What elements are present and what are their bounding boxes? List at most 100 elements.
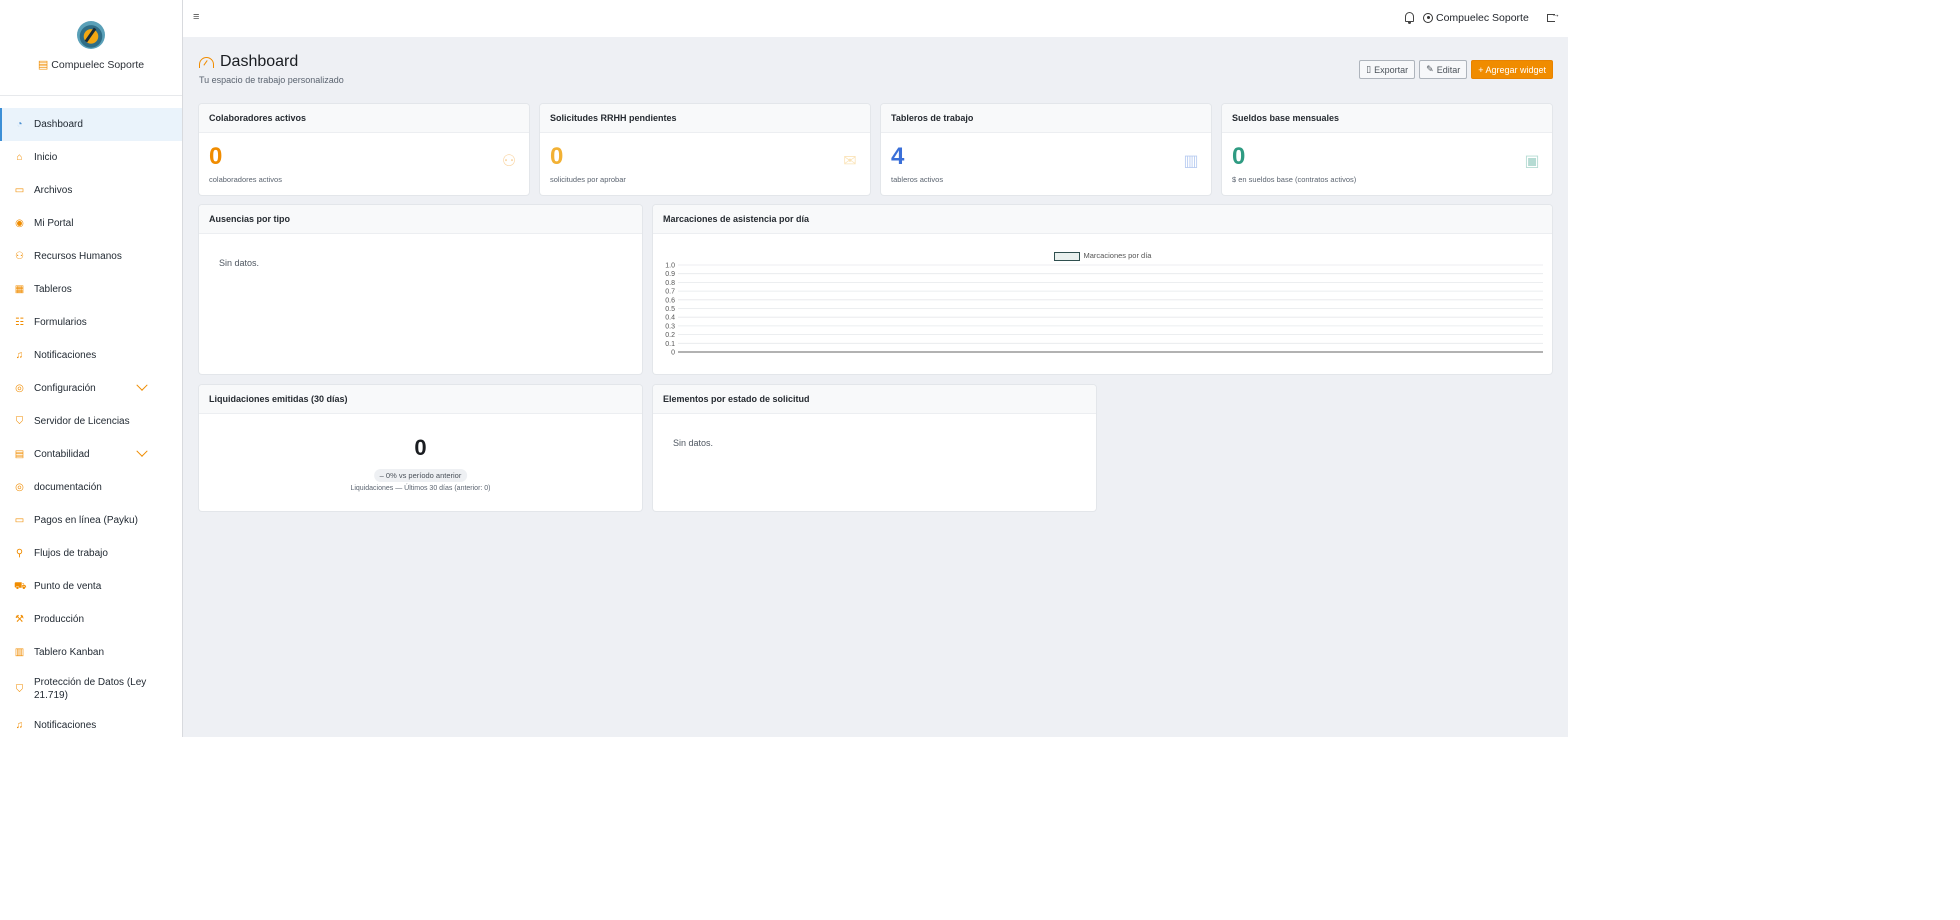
gauge-icon: ◔ — [16, 119, 23, 130]
empty-state: Sin datos. — [673, 438, 714, 448]
form-icon: ☷ — [15, 317, 24, 328]
sidebar-item-label: Punto de venta — [34, 581, 102, 592]
sidebar-item-label: Formularios — [34, 317, 87, 328]
chevron-down-icon[interactable] — [136, 445, 148, 457]
card-title: Elementos por estado de solicitud — [653, 385, 1096, 414]
y-tick-label: 0.9 — [665, 271, 675, 278]
sidebar-item-label: Archivos — [34, 185, 73, 196]
brand-name[interactable]: ▤ Compuelec Soporte — [0, 58, 182, 71]
sidebar-item-label: Configuración — [34, 383, 96, 394]
sidebar-item-label: Notificaciones — [34, 350, 97, 361]
flow-icon: ⚲ — [15, 548, 24, 559]
legend-swatch — [1053, 251, 1080, 261]
kpi-value: 0 — [414, 435, 427, 460]
stat-card-sueldos: Sueldos base mensuales 0 $ en sueldos ba… — [1222, 104, 1552, 195]
add-widget-button[interactable]: + Agregar widget — [1471, 60, 1553, 79]
gauge-icon — [199, 56, 214, 68]
home-icon: ⌂ — [16, 152, 23, 163]
cash-icon: ▣ — [1524, 153, 1540, 170]
user-name: Compuelec Soporte — [1436, 12, 1529, 24]
sidebar-item-configuracion[interactable]: ◎ Configuración — [0, 372, 182, 405]
shield-icon: ⛉ — [15, 683, 24, 695]
card-title: Colaboradores activos — [199, 104, 529, 133]
sidebar-item-label: Tableros — [34, 284, 72, 295]
sidebar-item-label: Contabilidad — [34, 449, 90, 460]
legend-label: Marcaciones por día — [1083, 251, 1152, 260]
kanban-icon: ▥ — [1183, 153, 1199, 170]
sidebar-item-inicio[interactable]: ⌂ Inicio — [0, 141, 182, 174]
sidebar-item-pagos-payku[interactable]: ▭ Pagos en línea (Payku) — [0, 504, 182, 537]
page-header: Dashboard Tu espacio de trabajo personal… — [199, 53, 344, 85]
bell-icon[interactable] — [1405, 12, 1414, 24]
card-title: Solicitudes RRHH pendientes — [540, 104, 870, 133]
stat-value: 0 — [1232, 143, 1246, 170]
gear-icon: ◎ — [15, 383, 24, 394]
sidebar-item-punto-venta[interactable]: ⛟ Punto de venta — [0, 570, 182, 603]
app-frame: ▤ Compuelec Soporte ◔ Dashboard ⌂ Inicio … — [0, 0, 1568, 737]
document-icon: ▤ — [37, 59, 49, 71]
stat-label: $ en sueldos base (contratos activos) — [1232, 175, 1357, 184]
card-title: Liquidaciones emitidas (30 días) — [199, 385, 642, 414]
sidebar-item-notificaciones[interactable]: ♫ Notificaciones — [0, 339, 182, 372]
bell-icon: ♫ — [15, 350, 24, 361]
people-icon: ⚇ — [501, 153, 517, 170]
pencil-icon: ✎ — [1426, 64, 1434, 74]
gear-icon: ◎ — [15, 482, 24, 493]
sidebar-item-mi-portal[interactable]: ◉ Mi Portal — [0, 207, 182, 240]
export-button[interactable]: ▯ Exportar — [1359, 60, 1416, 79]
sidebar-item-archivos[interactable]: ▭ Archivos — [0, 174, 182, 207]
chart-legend[interactable]: Marcaciones por día — [653, 251, 1552, 261]
y-tick-label: 0.2 — [665, 332, 675, 339]
y-tick-label: 1.0 — [665, 263, 675, 270]
card-title: Sueldos base mensuales — [1222, 104, 1552, 133]
sidebar-item-recursos-humanos[interactable]: ⚇ Recursos Humanos — [0, 240, 182, 273]
widget-marcaciones: Marcaciones de asistencia por día Marcac… — [653, 205, 1552, 374]
sidebar-item-tablero-kanban[interactable]: ▥ Tablero Kanban — [0, 636, 182, 669]
cart-icon: ⛟ — [14, 581, 27, 592]
hammer-icon: ⚒ — [15, 614, 24, 625]
sidebar-item-flujos-trabajo[interactable]: ⚲ Flujos de trabajo — [0, 537, 182, 570]
y-tick-label: 0.6 — [665, 297, 675, 304]
topbar: ≡ Compuelec Soporte — [183, 0, 1568, 37]
stat-label: solicitudes por aprobar — [550, 175, 626, 184]
user-menu[interactable]: Compuelec Soporte — [1423, 12, 1529, 24]
sidebar-item-label: Notificaciones — [34, 720, 97, 731]
stat-card-tableros: Tableros de trabajo 4 tableros activos ▥ — [881, 104, 1211, 195]
sidebar-item-label: Mi Portal — [34, 218, 74, 229]
sidebar-item-label: Recursos Humanos — [34, 251, 122, 262]
empty-state: Sin datos. — [219, 258, 260, 268]
sidebar-item-documentacion[interactable]: ◎ documentación — [0, 471, 182, 504]
card-icon: ▭ — [14, 515, 25, 526]
widget-ausencias: Ausencias por tipo Sin datos. — [199, 205, 642, 374]
stat-label: colaboradores activos — [209, 175, 282, 184]
menu-toggle-icon[interactable]: ≡ — [193, 11, 199, 23]
company-logo — [77, 21, 105, 49]
stat-value: 0 — [550, 143, 564, 170]
sidebar-item-label: Producción — [34, 614, 85, 625]
logout-icon[interactable] — [1547, 9, 1560, 22]
kanban-icon: ▥ — [14, 647, 25, 658]
sidebar-item-dashboard[interactable]: ◔ Dashboard — [0, 108, 182, 141]
sidebar-item-notificaciones-2[interactable]: ♫ Notificaciones — [0, 709, 182, 737]
sidebar-item-label: Tablero Kanban — [34, 647, 105, 658]
edit-button[interactable]: ✎ Editar — [1419, 60, 1468, 79]
page-actions: ▯ Exportar ✎ Editar + Agregar widget — [1359, 60, 1553, 79]
y-tick-label: 0.3 — [665, 323, 675, 330]
card-title: Tableros de trabajo — [881, 104, 1211, 133]
stat-label: tableros activos — [891, 175, 944, 184]
sidebar-item-produccion[interactable]: ⚒ Producción — [0, 603, 182, 636]
sidebar-item-servidor-licencias[interactable]: ⛉ Servidor de Licencias — [0, 405, 182, 438]
kpi-footer: Liquidaciones — Últimos 30 días (anterio… — [350, 485, 491, 492]
y-tick-label: 0 — [671, 350, 675, 357]
sidebar-item-contabilidad[interactable]: ▤ Contabilidad — [0, 438, 182, 471]
file-icon: ▯ — [1366, 64, 1372, 74]
sidebar-item-label: Dashboard — [34, 119, 83, 130]
page-title: Dashboard — [199, 53, 344, 71]
chevron-down-icon[interactable] — [136, 379, 148, 391]
sidebar-nav: ◔ Dashboard ⌂ Inicio ▭ Archivos ◉ Mi Por… — [0, 96, 182, 737]
sidebar-item-formularios[interactable]: ☷ Formularios — [0, 306, 182, 339]
sidebar-item-proteccion-datos[interactable]: ⛉ Protección de Datos (Ley 21.719) — [0, 669, 182, 709]
stat-value: 4 — [891, 143, 905, 170]
sidebar-item-label: documentación — [34, 482, 102, 493]
sidebar-item-tableros[interactable]: ▦ Tableros — [0, 273, 182, 306]
